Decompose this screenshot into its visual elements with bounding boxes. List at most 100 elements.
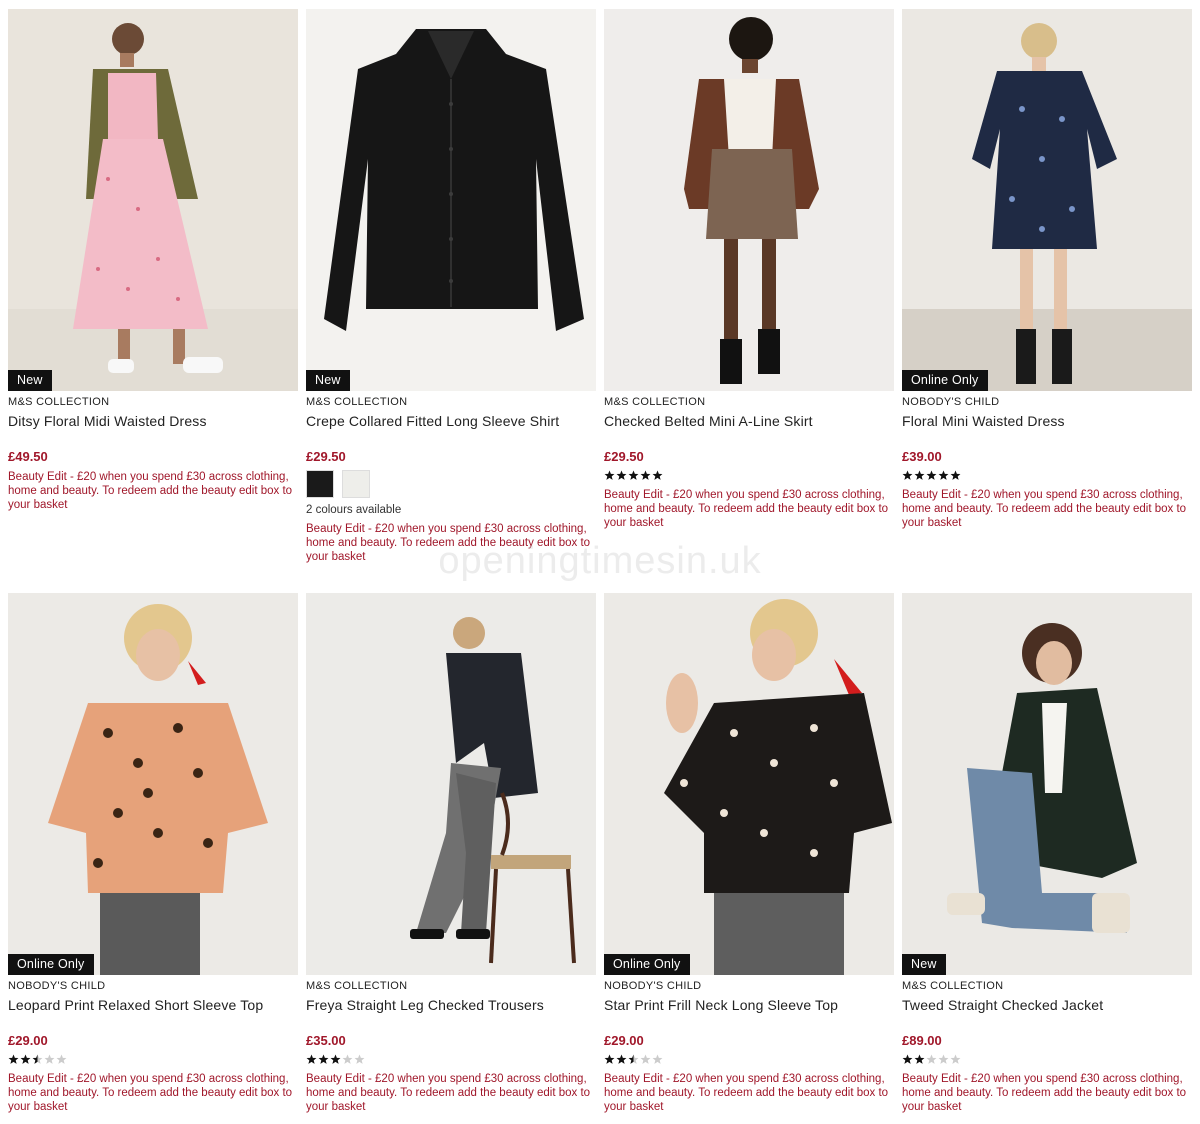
product-brand: M&S COLLECTION bbox=[902, 980, 1004, 992]
star-icon bbox=[914, 1054, 925, 1064]
promo-text: Beauty Edit - £20 when you spend £30 acr… bbox=[306, 523, 591, 563]
colour-swatch-ivory[interactable] bbox=[342, 470, 370, 498]
star-icon bbox=[8, 1054, 19, 1064]
star-rating bbox=[902, 1054, 1192, 1066]
woman-star-top-photo bbox=[604, 593, 894, 975]
woman-floral-dress-photo bbox=[902, 9, 1192, 391]
star-icon bbox=[616, 470, 627, 480]
product-brand: M&S COLLECTION bbox=[8, 396, 110, 408]
star-icon bbox=[938, 1054, 949, 1064]
online-only-badge: Online Only bbox=[8, 954, 94, 975]
star-icon bbox=[950, 470, 961, 480]
product-image[interactable]: Online Only bbox=[604, 593, 894, 975]
star-icon bbox=[926, 1054, 937, 1064]
woman-skirt-photo bbox=[604, 9, 894, 391]
product-image[interactable] bbox=[306, 593, 596, 975]
product-title-link[interactable]: Freya Straight Leg Checked Trousers bbox=[306, 997, 596, 1013]
star-rating bbox=[604, 1054, 894, 1066]
star-icon bbox=[318, 1054, 329, 1064]
product-title-link[interactable]: Ditsy Floral Midi Waisted Dress bbox=[8, 413, 298, 429]
product-image[interactable]: New bbox=[902, 593, 1192, 975]
star-icon bbox=[306, 1054, 317, 1064]
product-card[interactable]: Online Only NOBODY'S CHILD Floral Mini W… bbox=[902, 9, 1192, 593]
star-rating bbox=[604, 470, 894, 482]
product-brand: NOBODY'S CHILD bbox=[902, 396, 1000, 408]
product-title-link[interactable]: Tweed Straight Checked Jacket bbox=[902, 997, 1192, 1013]
colours-available: 2 colours available bbox=[306, 504, 402, 516]
product-card[interactable]: New M&S COLLECTION Crepe Collared Fitted… bbox=[306, 9, 596, 593]
star-icon bbox=[640, 470, 651, 480]
product-price: £29.50 bbox=[604, 449, 644, 464]
online-only-badge: Online Only bbox=[604, 954, 690, 975]
new-badge: New bbox=[306, 370, 350, 391]
product-price: £35.00 bbox=[306, 1033, 346, 1048]
product-price: £29.50 bbox=[306, 449, 346, 464]
product-image[interactable]: New bbox=[306, 9, 596, 391]
star-icon bbox=[330, 1054, 341, 1064]
star-icon bbox=[628, 1054, 639, 1064]
star-icon bbox=[926, 470, 937, 480]
product-brand: M&S COLLECTION bbox=[604, 396, 706, 408]
product-brand: NOBODY'S CHILD bbox=[604, 980, 702, 992]
product-price: £49.50 bbox=[8, 449, 48, 464]
star-rating bbox=[902, 470, 1192, 482]
product-price: £29.00 bbox=[8, 1033, 48, 1048]
woman-trousers-photo bbox=[306, 593, 596, 975]
woman-tweed-jacket-photo bbox=[902, 593, 1192, 975]
product-image[interactable]: Online Only bbox=[902, 9, 1192, 391]
star-icon bbox=[652, 470, 663, 480]
star-icon bbox=[902, 1054, 913, 1064]
product-image[interactable] bbox=[604, 9, 894, 391]
product-title-link[interactable]: Leopard Print Relaxed Short Sleeve Top bbox=[8, 997, 298, 1013]
product-image[interactable]: New bbox=[8, 9, 298, 391]
product-card[interactable]: Online Only NOBODY'S CHILD Star Print Fr… bbox=[604, 593, 894, 1124]
product-brand: M&S COLLECTION bbox=[306, 396, 408, 408]
star-icon bbox=[914, 470, 925, 480]
new-badge: New bbox=[8, 370, 52, 391]
product-price: £89.00 bbox=[902, 1033, 942, 1048]
star-icon bbox=[56, 1054, 67, 1064]
product-title-link[interactable]: Checked Belted Mini A-Line Skirt bbox=[604, 413, 894, 429]
online-only-badge: Online Only bbox=[902, 370, 988, 391]
colour-swatch-black[interactable] bbox=[306, 470, 334, 498]
star-icon bbox=[640, 1054, 651, 1064]
colour-swatches bbox=[306, 470, 596, 498]
woman-dress-photo bbox=[8, 9, 298, 391]
star-icon bbox=[604, 1054, 615, 1064]
star-icon bbox=[616, 1054, 627, 1064]
product-card[interactable]: M&S COLLECTION Checked Belted Mini A-Lin… bbox=[604, 9, 894, 593]
product-card[interactable]: New M&S COLLECTION Ditsy Floral Midi Wai… bbox=[8, 9, 298, 593]
promo-text: Beauty Edit - £20 when you spend £30 acr… bbox=[902, 1073, 1187, 1113]
product-title-link[interactable]: Star Print Frill Neck Long Sleeve Top bbox=[604, 997, 894, 1013]
star-icon bbox=[342, 1054, 353, 1064]
product-card[interactable]: M&S COLLECTION Freya Straight Leg Checke… bbox=[306, 593, 596, 1124]
star-icon bbox=[652, 1054, 663, 1064]
star-icon bbox=[44, 1054, 55, 1064]
star-rating bbox=[8, 1054, 298, 1066]
product-price: £39.00 bbox=[902, 449, 942, 464]
promo-text: Beauty Edit - £20 when you spend £30 acr… bbox=[604, 489, 889, 529]
star-icon bbox=[628, 470, 639, 480]
product-title-link[interactable]: Crepe Collared Fitted Long Sleeve Shirt bbox=[306, 413, 596, 429]
star-icon bbox=[354, 1054, 365, 1064]
promo-text: Beauty Edit - £20 when you spend £30 acr… bbox=[8, 1073, 293, 1113]
product-card[interactable]: New M&S COLLECTION Tweed Straight Checke… bbox=[902, 593, 1192, 1124]
promo-text: Beauty Edit - £20 when you spend £30 acr… bbox=[604, 1073, 889, 1113]
product-title-link[interactable]: Floral Mini Waisted Dress bbox=[902, 413, 1192, 429]
product-price: £29.00 bbox=[604, 1033, 644, 1048]
product-brand: NOBODY'S CHILD bbox=[8, 980, 106, 992]
promo-text: Beauty Edit - £20 when you spend £30 acr… bbox=[8, 471, 293, 511]
promo-text: Beauty Edit - £20 when you spend £30 acr… bbox=[902, 489, 1187, 529]
product-brand: M&S COLLECTION bbox=[306, 980, 408, 992]
product-grid: New M&S COLLECTION Ditsy Floral Midi Wai… bbox=[8, 9, 1194, 1124]
product-card[interactable]: Online Only NOBODY'S CHILD Leopard Print… bbox=[8, 593, 298, 1124]
new-badge: New bbox=[902, 954, 946, 975]
woman-leopard-top-photo bbox=[8, 593, 298, 975]
black-shirt-photo bbox=[306, 9, 596, 391]
star-rating bbox=[306, 1054, 596, 1066]
star-icon bbox=[32, 1054, 43, 1064]
star-icon bbox=[604, 470, 615, 480]
product-image[interactable]: Online Only bbox=[8, 593, 298, 975]
star-icon bbox=[902, 470, 913, 480]
star-icon bbox=[950, 1054, 961, 1064]
